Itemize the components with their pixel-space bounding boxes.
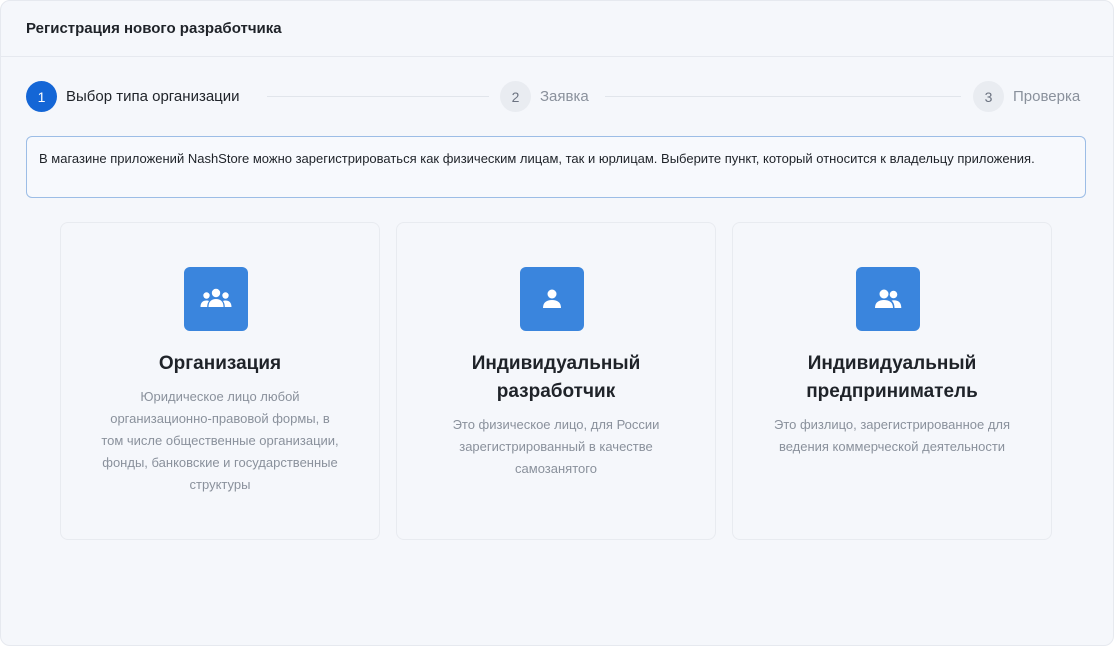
- users-icon: [875, 289, 902, 308]
- card-individual-developer-description: Это физическое лицо, для России зарегист…: [452, 417, 660, 476]
- user-icon: [543, 289, 561, 308]
- step-2-label: Заявка: [540, 88, 589, 105]
- card-organization-title: Организация: [158, 353, 282, 374]
- registration-panel: Регистрация нового разработчика 1 Выбор …: [0, 0, 1114, 646]
- page-title: Регистрация нового разработчика: [26, 20, 282, 37]
- step-1[interactable]: 1 Выбор типа организации: [26, 81, 240, 112]
- step-1-number: 1: [26, 81, 57, 112]
- card-individual-developer[interactable]: Индивидуальный разработчик Это физическо…: [396, 222, 716, 540]
- card-individual-developer-icon-tile: [520, 267, 584, 331]
- card-organization-description: Юридическое лицо любой организационно-пр…: [101, 389, 339, 492]
- step-3-number: 3: [973, 81, 1004, 112]
- card-individual-developer-title: Индивидуальный разработчик: [471, 353, 641, 402]
- card-entrepreneur[interactable]: Индивидуальный предприниматель Это физли…: [732, 222, 1052, 540]
- step-1-label: Выбор типа организации: [66, 88, 240, 105]
- step-3[interactable]: 3 Проверка: [973, 81, 1080, 112]
- step-3-label: Проверка: [1013, 88, 1081, 105]
- card-organization[interactable]: Организация Юридическое лицо любой орган…: [60, 222, 380, 540]
- card-organization-icon-tile: [184, 267, 248, 331]
- step-connector-2: [605, 96, 961, 97]
- card-entrepreneur-title: Индивидуальный предприниматель: [806, 353, 978, 402]
- step-2-number: 2: [500, 81, 531, 112]
- info-notice: В магазине приложений NashStore можно за…: [26, 136, 1086, 198]
- card-entrepreneur-icon-tile: [856, 267, 920, 331]
- step-2[interactable]: 2 Заявка: [500, 81, 589, 112]
- panel-header: Регистрация нового разработчика: [1, 1, 1113, 57]
- step-connector-1: [267, 96, 489, 97]
- group-icon: [200, 288, 232, 307]
- card-entrepreneur-description: Это физлицо, зарегистрированное для веде…: [773, 417, 1011, 454]
